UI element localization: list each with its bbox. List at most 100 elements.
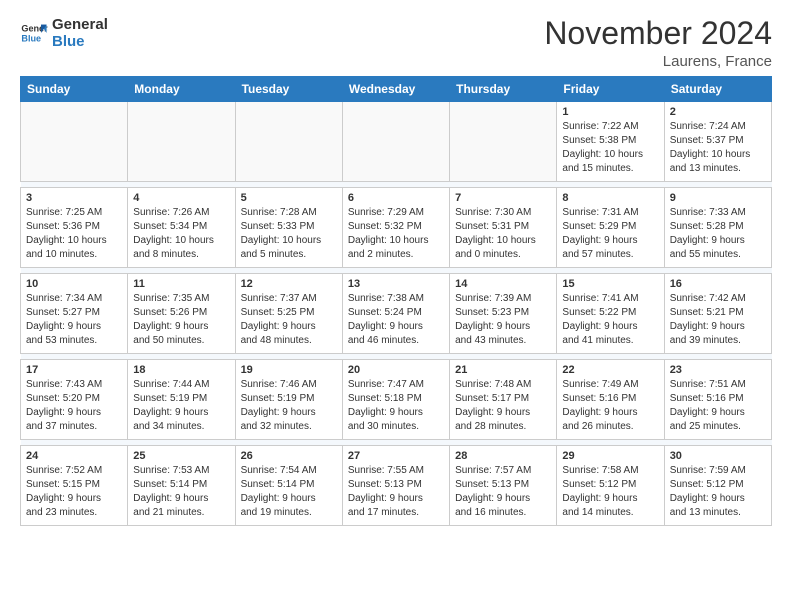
day-number: 28 [455, 450, 551, 462]
week-row-0: 1 Sunrise: 7:22 AM Sunset: 5:38 PM Daylig… [21, 102, 772, 182]
day-info: Sunrise: 7:37 AM Sunset: 5:25 PM Dayligh… [241, 292, 337, 348]
day-info: Sunrise: 7:41 AM Sunset: 5:22 PM Dayligh… [562, 292, 658, 348]
day-info: Sunrise: 7:58 AM Sunset: 5:12 PM Dayligh… [562, 464, 658, 520]
day-info: Sunrise: 7:55 AM Sunset: 5:13 PM Dayligh… [348, 464, 444, 520]
day-info: Sunrise: 7:52 AM Sunset: 5:15 PM Dayligh… [26, 464, 122, 520]
day-number: 13 [348, 278, 444, 290]
month-title: November 2024 [544, 16, 772, 51]
calendar-cell: 4 Sunrise: 7:26 AM Sunset: 5:34 PM Daylig… [128, 188, 235, 268]
day-info: Sunrise: 7:47 AM Sunset: 5:18 PM Dayligh… [348, 378, 444, 434]
day-number: 1 [562, 106, 658, 118]
weekday-header-friday: Friday [557, 77, 664, 102]
day-number: 14 [455, 278, 551, 290]
day-number: 2 [670, 106, 766, 118]
logo-icon: General Blue [20, 19, 48, 47]
day-info: Sunrise: 7:33 AM Sunset: 5:28 PM Dayligh… [670, 206, 766, 262]
page-container: General Blue General Blue November 2024 … [0, 0, 792, 536]
day-info: Sunrise: 7:51 AM Sunset: 5:16 PM Dayligh… [670, 378, 766, 434]
day-number: 26 [241, 450, 337, 462]
calendar-cell: 2 Sunrise: 7:24 AM Sunset: 5:37 PM Daylig… [664, 102, 771, 182]
calendar-cell: 12 Sunrise: 7:37 AM Sunset: 5:25 PM Dayli… [235, 274, 342, 354]
calendar-cell: 26 Sunrise: 7:54 AM Sunset: 5:14 PM Dayli… [235, 446, 342, 526]
day-info: Sunrise: 7:42 AM Sunset: 5:21 PM Dayligh… [670, 292, 766, 348]
weekday-header-row: SundayMondayTuesdayWednesdayThursdayFrid… [21, 77, 772, 102]
day-number: 11 [133, 278, 229, 290]
calendar-cell [21, 102, 128, 182]
day-number: 15 [562, 278, 658, 290]
calendar-cell: 27 Sunrise: 7:55 AM Sunset: 5:13 PM Dayli… [342, 446, 449, 526]
calendar-cell: 6 Sunrise: 7:29 AM Sunset: 5:32 PM Daylig… [342, 188, 449, 268]
weekday-header-monday: Monday [128, 77, 235, 102]
calendar-cell [450, 102, 557, 182]
day-number: 8 [562, 192, 658, 204]
calendar-cell: 28 Sunrise: 7:57 AM Sunset: 5:13 PM Dayli… [450, 446, 557, 526]
day-info: Sunrise: 7:57 AM Sunset: 5:13 PM Dayligh… [455, 464, 551, 520]
day-info: Sunrise: 7:25 AM Sunset: 5:36 PM Dayligh… [26, 206, 122, 262]
day-number: 24 [26, 450, 122, 462]
day-number: 17 [26, 364, 122, 376]
day-number: 27 [348, 450, 444, 462]
weekday-header-saturday: Saturday [664, 77, 771, 102]
calendar-cell: 20 Sunrise: 7:47 AM Sunset: 5:18 PM Dayli… [342, 360, 449, 440]
day-number: 5 [241, 192, 337, 204]
calendar-cell: 7Sunrise: 7:30 AM Sunset: 5:31 PM Daylig… [450, 188, 557, 268]
day-info: Sunrise: 7:48 AM Sunset: 5:17 PM Dayligh… [455, 378, 551, 434]
calendar-cell: 17 Sunrise: 7:43 AM Sunset: 5:20 PM Dayli… [21, 360, 128, 440]
calendar-cell: 22Sunrise: 7:49 AM Sunset: 5:16 PM Dayli… [557, 360, 664, 440]
weekday-header-tuesday: Tuesday [235, 77, 342, 102]
calendar-cell: 9 Sunrise: 7:33 AM Sunset: 5:28 PM Daylig… [664, 188, 771, 268]
calendar-cell [128, 102, 235, 182]
day-info: Sunrise: 7:29 AM Sunset: 5:32 PM Dayligh… [348, 206, 444, 262]
calendar-cell: 21 Sunrise: 7:48 AM Sunset: 5:17 PM Dayli… [450, 360, 557, 440]
header: General Blue General Blue November 2024 … [20, 16, 772, 70]
day-info: Sunrise: 7:34 AM Sunset: 5:27 PM Dayligh… [26, 292, 122, 348]
day-number: 4 [133, 192, 229, 204]
calendar-cell: 8Sunrise: 7:31 AM Sunset: 5:29 PM Daylig… [557, 188, 664, 268]
day-info: Sunrise: 7:35 AM Sunset: 5:26 PM Dayligh… [133, 292, 229, 348]
day-number: 18 [133, 364, 229, 376]
day-number: 9 [670, 192, 766, 204]
weekday-header-thursday: Thursday [450, 77, 557, 102]
day-number: 3 [26, 192, 122, 204]
day-number: 12 [241, 278, 337, 290]
calendar-cell: 15 Sunrise: 7:41 AM Sunset: 5:22 PM Dayli… [557, 274, 664, 354]
day-number: 25 [133, 450, 229, 462]
week-row-3: 17 Sunrise: 7:43 AM Sunset: 5:20 PM Dayli… [21, 360, 772, 440]
calendar-cell: 11 Sunrise: 7:35 AM Sunset: 5:26 PM Dayli… [128, 274, 235, 354]
calendar-cell: 23 Sunrise: 7:51 AM Sunset: 5:16 PM Dayli… [664, 360, 771, 440]
calendar-cell: 30Sunrise: 7:59 AM Sunset: 5:12 PM Dayli… [664, 446, 771, 526]
calendar-cell: 25Sunrise: 7:53 AM Sunset: 5:14 PM Dayli… [128, 446, 235, 526]
location: Laurens, France [544, 53, 772, 70]
logo-text-line2: Blue [52, 33, 108, 50]
day-info: Sunrise: 7:54 AM Sunset: 5:14 PM Dayligh… [241, 464, 337, 520]
day-number: 10 [26, 278, 122, 290]
day-number: 30 [670, 450, 766, 462]
day-number: 6 [348, 192, 444, 204]
day-number: 19 [241, 364, 337, 376]
week-row-4: 24 Sunrise: 7:52 AM Sunset: 5:15 PM Dayli… [21, 446, 772, 526]
day-info: Sunrise: 7:26 AM Sunset: 5:34 PM Dayligh… [133, 206, 229, 262]
day-number: 20 [348, 364, 444, 376]
day-info: Sunrise: 7:22 AM Sunset: 5:38 PM Dayligh… [562, 120, 658, 176]
day-number: 23 [670, 364, 766, 376]
day-number: 16 [670, 278, 766, 290]
calendar-cell [235, 102, 342, 182]
calendar-table: SundayMondayTuesdayWednesdayThursdayFrid… [20, 76, 772, 526]
calendar-cell: 13Sunrise: 7:38 AM Sunset: 5:24 PM Dayli… [342, 274, 449, 354]
calendar-cell: 3 Sunrise: 7:25 AM Sunset: 5:36 PM Daylig… [21, 188, 128, 268]
svg-text:Blue: Blue [21, 34, 41, 44]
calendar-cell: 1 Sunrise: 7:22 AM Sunset: 5:38 PM Daylig… [557, 102, 664, 182]
calendar-cell: 14Sunrise: 7:39 AM Sunset: 5:23 PM Dayli… [450, 274, 557, 354]
week-row-2: 10 Sunrise: 7:34 AM Sunset: 5:27 PM Dayli… [21, 274, 772, 354]
calendar-cell: 19 Sunrise: 7:46 AM Sunset: 5:19 PM Dayli… [235, 360, 342, 440]
day-info: Sunrise: 7:46 AM Sunset: 5:19 PM Dayligh… [241, 378, 337, 434]
day-info: Sunrise: 7:30 AM Sunset: 5:31 PM Dayligh… [455, 206, 551, 262]
title-block: November 2024 Laurens, France [544, 16, 772, 70]
day-number: 21 [455, 364, 551, 376]
weekday-header-wednesday: Wednesday [342, 77, 449, 102]
day-info: Sunrise: 7:44 AM Sunset: 5:19 PM Dayligh… [133, 378, 229, 434]
day-info: Sunrise: 7:43 AM Sunset: 5:20 PM Dayligh… [26, 378, 122, 434]
day-info: Sunrise: 7:24 AM Sunset: 5:37 PM Dayligh… [670, 120, 766, 176]
calendar-cell: 29Sunrise: 7:58 AM Sunset: 5:12 PM Dayli… [557, 446, 664, 526]
logo: General Blue General Blue [20, 16, 108, 51]
